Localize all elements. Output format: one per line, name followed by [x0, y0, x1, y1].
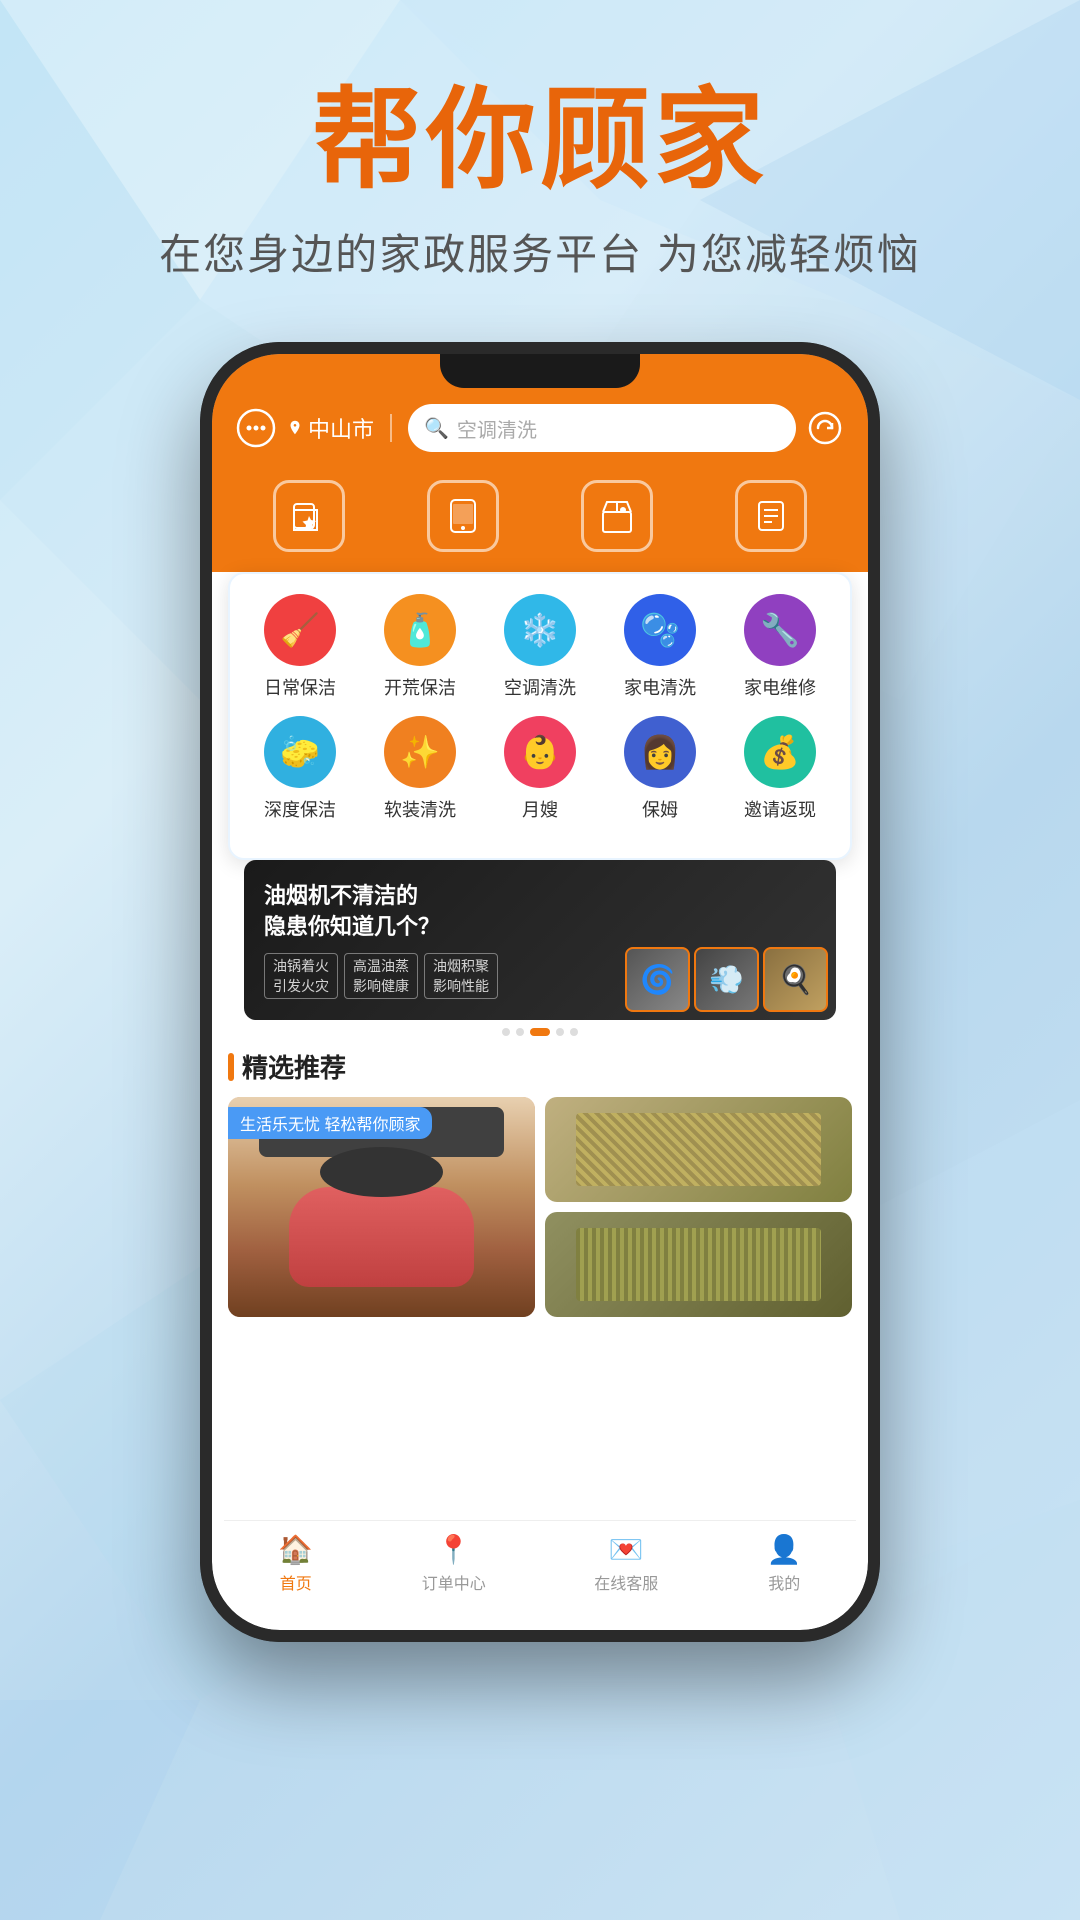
- header-divider: [390, 414, 392, 442]
- mobile-circle: [427, 480, 499, 552]
- featured-grid: 生活乐无忧 轻松帮你顾家: [228, 1097, 852, 1317]
- referral-label: 邀请返现: [744, 796, 816, 822]
- banner-tag-1: 油锅着火引发火灾: [264, 953, 338, 999]
- phone-notch: [440, 354, 640, 388]
- service-icon: 💌: [609, 1533, 644, 1566]
- service-nanny[interactable]: 👩 保姆: [610, 716, 710, 822]
- soft-decoration-label: 软装清洗: [384, 796, 456, 822]
- section-title: 精选推荐: [242, 1048, 346, 1085]
- appliance-clean-label: 家电清洗: [624, 674, 696, 700]
- service-appliance-repair[interactable]: 🔧 家电维修: [730, 594, 830, 700]
- deep-clean-label: 开荒保洁: [384, 674, 456, 700]
- appliance-repair-icon: 🔧: [744, 594, 816, 666]
- nav-icon-mobile[interactable]: [427, 480, 499, 552]
- services-row-1: 🧹 日常保洁 🧴 开荒保洁 ❄️ 空调清洗: [240, 594, 840, 700]
- location-display[interactable]: 中山市: [286, 412, 374, 444]
- featured-right-images: [545, 1097, 852, 1317]
- phone-frame: 中山市 🔍 空调清洗: [200, 342, 880, 1642]
- daily-cleaning-label: 日常保洁: [264, 674, 336, 700]
- service-deep-clean[interactable]: 🧴 开荒保洁: [370, 594, 470, 700]
- service-deep-cleaning[interactable]: 🧽 深度保洁: [250, 716, 350, 822]
- daily-cleaning-icon: 🧹: [264, 594, 336, 666]
- nav-icon-store[interactable]: [581, 480, 653, 552]
- phone-mockup: 中山市 🔍 空调清洗: [200, 342, 880, 1642]
- service-ac-clean[interactable]: ❄️ 空调清洗: [490, 594, 590, 700]
- store-circle: [581, 480, 653, 552]
- referral-icon: 💰: [744, 716, 816, 788]
- appliance-clean-icon: 🫧: [624, 594, 696, 666]
- tab-profile[interactable]: 👤 我的: [767, 1533, 802, 1594]
- nav-icon-orders[interactable]: [735, 480, 807, 552]
- featured-right-top[interactable]: [545, 1097, 852, 1202]
- featured-main-image[interactable]: 生活乐无忧 轻松帮你顾家: [228, 1097, 535, 1317]
- search-icon: 🔍: [424, 416, 449, 441]
- banner-image-3: 🍳: [763, 947, 828, 1012]
- section-accent: [228, 1053, 234, 1081]
- deep-clean-icon: 🧴: [384, 594, 456, 666]
- soft-decoration-icon: ✨: [384, 716, 456, 788]
- profile-icon: 👤: [767, 1533, 802, 1566]
- banner-image-2: 💨: [694, 947, 759, 1012]
- dot-2: [516, 1028, 524, 1036]
- orders-circle: [735, 480, 807, 552]
- deep-cleaning-label: 深度保洁: [264, 796, 336, 822]
- service-soft-decoration[interactable]: ✨ 软装清洗: [370, 716, 470, 822]
- featured-right-bottom[interactable]: [545, 1212, 852, 1317]
- section-title-bar: 精选推荐: [228, 1048, 852, 1085]
- service-maternity[interactable]: 👶 月嫂: [490, 716, 590, 822]
- location-text: 中山市: [308, 412, 374, 444]
- tab-service-label: 在线客服: [594, 1570, 658, 1594]
- bottom-tab-bar: 🏠 首页 📍 订单中心 💌 在线客服 👤 我的: [224, 1520, 856, 1618]
- hero-title: 帮你顾家: [312, 80, 768, 201]
- favorites-circle: [273, 480, 345, 552]
- tab-orders-label: 订单中心: [422, 1570, 486, 1594]
- tab-service[interactable]: 💌 在线客服: [594, 1533, 658, 1594]
- banner-tags: 油锅着火引发火灾 高温油蒸影响健康 油烟积聚影响性能: [264, 953, 498, 999]
- orders-nav-icon: 📍: [436, 1533, 471, 1566]
- tab-home-label: 首页: [280, 1570, 312, 1594]
- banner-text: 油烟机不清洁的隐患你知道几个？ 油锅着火引发火灾 高温油蒸影响健康 油烟积聚影响…: [244, 861, 518, 1019]
- services-card: 🧹 日常保洁 🧴 开荒保洁 ❄️ 空调清洗: [228, 572, 852, 860]
- home-icon: 🏠: [278, 1533, 313, 1566]
- nav-icon-favorites[interactable]: [273, 480, 345, 552]
- search-placeholder: 空调清洗: [457, 414, 537, 443]
- banner-image-1: 🌀: [625, 947, 690, 1012]
- featured-section: 精选推荐: [212, 1040, 868, 1325]
- dot-3-active: [530, 1028, 550, 1036]
- banner-tag-3: 油烟积聚影响性能: [424, 953, 498, 999]
- nav-icons-row: [212, 468, 868, 572]
- ac-clean-label: 空调清洗: [504, 674, 576, 700]
- dot-5: [570, 1028, 578, 1036]
- banner-tag-2: 高温油蒸影响健康: [344, 953, 418, 999]
- featured-left-label: 生活乐无忧 轻松帮你顾家: [228, 1107, 432, 1139]
- banner-dots: [228, 1028, 852, 1036]
- phone-screen: 中山市 🔍 空调清洗: [212, 354, 868, 1630]
- search-bar[interactable]: 🔍 空调清洗: [408, 404, 796, 452]
- service-appliance-clean[interactable]: 🫧 家电清洗: [610, 594, 710, 700]
- banner-section[interactable]: 油烟机不清洁的隐患你知道几个？ 油锅着火引发火灾 高温油蒸影响健康 油烟积聚影响…: [244, 860, 836, 1020]
- maternity-icon: 👶: [504, 716, 576, 788]
- hero-subtitle: 在您身边的家政服务平台 为您减轻烦恼: [159, 221, 921, 282]
- banner-wrapper: 油烟机不清洁的隐患你知道几个？ 油锅着火引发火灾 高温油蒸影响健康 油烟积聚影响…: [212, 860, 868, 1036]
- tab-home[interactable]: 🏠 首页: [278, 1533, 313, 1594]
- service-daily-cleaning[interactable]: 🧹 日常保洁: [250, 594, 350, 700]
- scroll-container[interactable]: 中山市 🔍 空调清洗: [212, 354, 868, 1630]
- deep-cleaning-icon: 🧽: [264, 716, 336, 788]
- service-referral[interactable]: 💰 邀请返现: [730, 716, 830, 822]
- nanny-label: 保姆: [642, 796, 678, 822]
- maternity-label: 月嫂: [522, 796, 558, 822]
- refresh-icon[interactable]: [806, 409, 844, 447]
- dot-1: [502, 1028, 510, 1036]
- tab-orders[interactable]: 📍 订单中心: [422, 1533, 486, 1594]
- banner-title: 油烟机不清洁的隐患你知道几个？: [264, 881, 498, 943]
- tab-profile-label: 我的: [768, 1570, 800, 1594]
- appliance-repair-label: 家电维修: [744, 674, 816, 700]
- dot-4: [556, 1028, 564, 1036]
- chat-icon[interactable]: [236, 408, 276, 448]
- nanny-icon: 👩: [624, 716, 696, 788]
- services-row-2: 🧽 深度保洁 ✨ 软装清洗 👶 月嫂: [240, 716, 840, 822]
- ac-clean-icon: ❄️: [504, 594, 576, 666]
